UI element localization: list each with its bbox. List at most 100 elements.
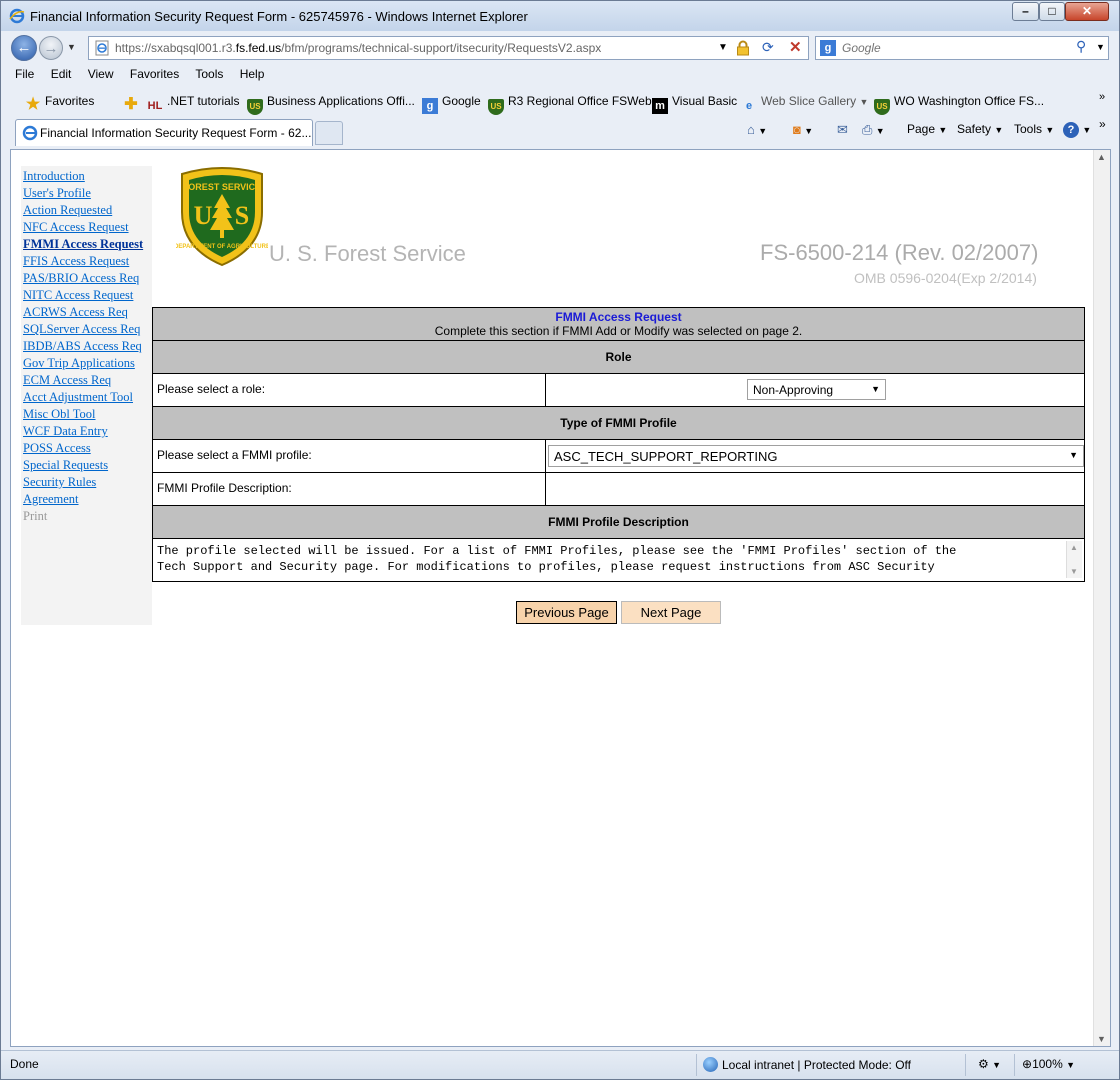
home-button[interactable]: ⌂ ▼	[747, 122, 767, 137]
agency-name: U. S. Forest Service	[269, 241, 466, 266]
role-select[interactable]: Non-Approving ▼	[747, 379, 886, 400]
refresh-icon[interactable]: ⟳	[762, 39, 774, 56]
search-input[interactable]	[840, 40, 1070, 56]
menu-tools[interactable]: Tools	[195, 67, 223, 81]
maximize-button[interactable]: □	[1039, 2, 1065, 21]
chevron-down-icon: ▼	[875, 126, 885, 136]
zoom-level: 100%	[1032, 1057, 1063, 1071]
search-options-dropdown-icon[interactable]: ▼	[1096, 42, 1105, 52]
url-text[interactable]: https://sxabqsql001.r3.fs.fed.us/bfm/pro…	[115, 41, 601, 55]
nav-ecm-access-req[interactable]: ECM Access Req	[23, 373, 111, 388]
favorites-bar: ★ Favorites ✚ HL .NET tutorials US Business…	[1, 89, 1119, 115]
security-zone-label: Local intranet | Protected Mode: Off	[722, 1058, 911, 1072]
recent-pages-dropdown-icon[interactable]: ▼	[67, 42, 76, 52]
favorite-web-slice-gallery[interactable]: e Web Slice Gallery ▼	[741, 94, 868, 114]
profile-type-section-header: Type of FMMI Profile	[153, 407, 1084, 440]
minimize-button[interactable]: –	[1012, 2, 1039, 21]
page-menu-button[interactable]: Page ▼	[907, 122, 947, 136]
nav-acct-adjustment-tool[interactable]: Acct Adjustment Tool	[23, 390, 133, 405]
more-favorites-chevron-icon[interactable]: »	[1099, 91, 1105, 103]
favorite-net-tutorials[interactable]: HL .NET tutorials	[147, 94, 240, 114]
page-scrollbar[interactable]: ▲ ▼	[1093, 150, 1110, 1046]
nav-nitc-access-request[interactable]: NITC Access Request	[23, 288, 133, 303]
zoom-control[interactable]: ⊕100% ▼	[1022, 1057, 1075, 1071]
search-box[interactable]: g ⚲ ▼	[815, 36, 1109, 60]
favorites-star-icon: ★	[25, 96, 41, 113]
tab-current[interactable]: Financial Information Security Request F…	[15, 119, 313, 146]
previous-page-button[interactable]: Previous Page	[516, 601, 617, 624]
chevron-down-icon: ▼	[1082, 125, 1092, 135]
more-commands-chevron-icon[interactable]: »	[1099, 117, 1106, 131]
menu-file[interactable]: File	[15, 67, 34, 81]
nav-poss-access[interactable]: POSS Access	[23, 441, 91, 456]
nav-gov-trip-applications[interactable]: Gov Trip Applications	[23, 356, 135, 371]
scroll-up-icon[interactable]: ▲	[1097, 152, 1106, 162]
nav-wcf-data-entry[interactable]: WCF Data Entry	[23, 424, 108, 439]
favorite-business-applications[interactable]: US Business Applications Offi...	[247, 94, 415, 115]
textarea-scrollbar[interactable]: ▲ ▼	[1066, 541, 1082, 578]
chevron-down-icon: ▼	[992, 1060, 1002, 1070]
nav-misc-obl-tool[interactable]: Misc Obl Tool	[23, 407, 96, 422]
profile-description-textarea[interactable]: The profile selected will be issued. For…	[155, 541, 1082, 578]
forward-button[interactable]: →	[39, 36, 63, 60]
status-separator	[965, 1054, 966, 1076]
favorite-wo-washington-office[interactable]: US WO Washington Office FS...	[874, 94, 1044, 115]
scroll-down-icon[interactable]: ▼	[1097, 1034, 1106, 1044]
print-button[interactable]: ⎙ ▼	[862, 122, 885, 138]
scroll-up-icon[interactable]: ▲	[1070, 543, 1078, 552]
address-dropdown-icon[interactable]: ▼	[718, 42, 728, 53]
favorite-google[interactable]: g Google	[422, 94, 481, 114]
nav-fmmi-access-request[interactable]: FMMI Access Request	[23, 237, 143, 252]
nav-action-requested[interactable]: Action Requested	[23, 203, 112, 218]
menu-favorites[interactable]: Favorites	[130, 67, 179, 81]
forest-service-shield-logo: FOREST SERVICE U S DEPARTMENT OF AGRICUL…	[176, 167, 268, 267]
nav-introduction[interactable]: Introduction	[23, 169, 85, 184]
menu-view[interactable]: View	[88, 67, 114, 81]
favorite-r3-regional-office[interactable]: US R3 Regional Office FSWeb	[488, 94, 652, 115]
nav-security-rules[interactable]: Security Rules	[23, 475, 96, 490]
back-button[interactable]: ←	[11, 35, 37, 61]
scroll-down-icon[interactable]: ▼	[1070, 567, 1078, 576]
read-mail-button[interactable]: ✉	[837, 122, 848, 138]
feeds-button[interactable]: ◙ ▼	[793, 122, 813, 137]
safety-menu-button[interactable]: Safety ▼	[957, 122, 1003, 136]
nav-users-profile[interactable]: User's Profile	[23, 186, 91, 201]
security-zone[interactable]: Local intranet | Protected Mode: Off	[703, 1057, 911, 1072]
fmmi-profile-select[interactable]: ASC_TECH_SUPPORT_REPORTING ▼	[548, 445, 1084, 467]
address-bar[interactable]: https://sxabqsql001.r3.fs.fed.us/bfm/pro…	[88, 36, 809, 60]
stop-icon[interactable]: ✕	[789, 38, 802, 56]
nav-acrws-access-req[interactable]: ACRWS Access Req	[23, 305, 128, 320]
forest-service-shield-icon: US	[488, 99, 504, 115]
status-separator	[696, 1054, 697, 1076]
chevron-down-icon: ▼	[1045, 125, 1055, 135]
nav-sqlserver-access-req[interactable]: SQLServer Access Req	[23, 322, 140, 337]
back-arrow-icon: ←	[16, 39, 32, 56]
profile-description-label: FMMI Profile Description:	[153, 473, 546, 505]
next-page-button[interactable]: Next Page	[621, 601, 721, 624]
maximize-icon: □	[1048, 4, 1056, 18]
profile-description-section-header: FMMI Profile Description	[153, 506, 1084, 539]
help-button[interactable]: ? ▼	[1063, 122, 1091, 138]
new-tab-button[interactable]	[315, 121, 343, 145]
nav-ffis-access-request[interactable]: FFIS Access Request	[23, 254, 129, 269]
nav-ibdb-abs-access-req[interactable]: IBDB/ABS Access Req	[23, 339, 142, 354]
nav-nfc-access-request[interactable]: NFC Access Request	[23, 220, 129, 235]
internet-explorer-icon	[22, 125, 38, 141]
favorites-button[interactable]: ★ Favorites	[25, 94, 95, 113]
menu-help[interactable]: Help	[240, 67, 265, 81]
protected-mode-settings[interactable]: ⚙ ▼	[978, 1057, 1001, 1071]
nav-agreement[interactable]: Agreement	[23, 492, 79, 507]
chevron-down-icon: ▼	[994, 125, 1004, 135]
menu-edit[interactable]: Edit	[51, 67, 72, 81]
favorite-visual-basic[interactable]: m Visual Basic	[652, 94, 737, 114]
tools-menu-button[interactable]: Tools ▼	[1014, 122, 1054, 136]
search-icon[interactable]: ⚲	[1076, 38, 1086, 55]
title-bar: Financial Information Security Request F…	[1, 1, 1119, 31]
internet-explorer-icon	[9, 8, 25, 24]
nav-pas-brio-access-req[interactable]: PAS/BRIO Access Req	[23, 271, 139, 286]
add-favorite-button[interactable]: ✚	[123, 94, 143, 113]
lock-icon[interactable]	[736, 40, 750, 56]
role-row: Please select a role: Non-Approving ▼	[153, 374, 1084, 407]
close-window-button[interactable]: ✕	[1065, 2, 1109, 21]
nav-special-requests[interactable]: Special Requests	[23, 458, 108, 473]
